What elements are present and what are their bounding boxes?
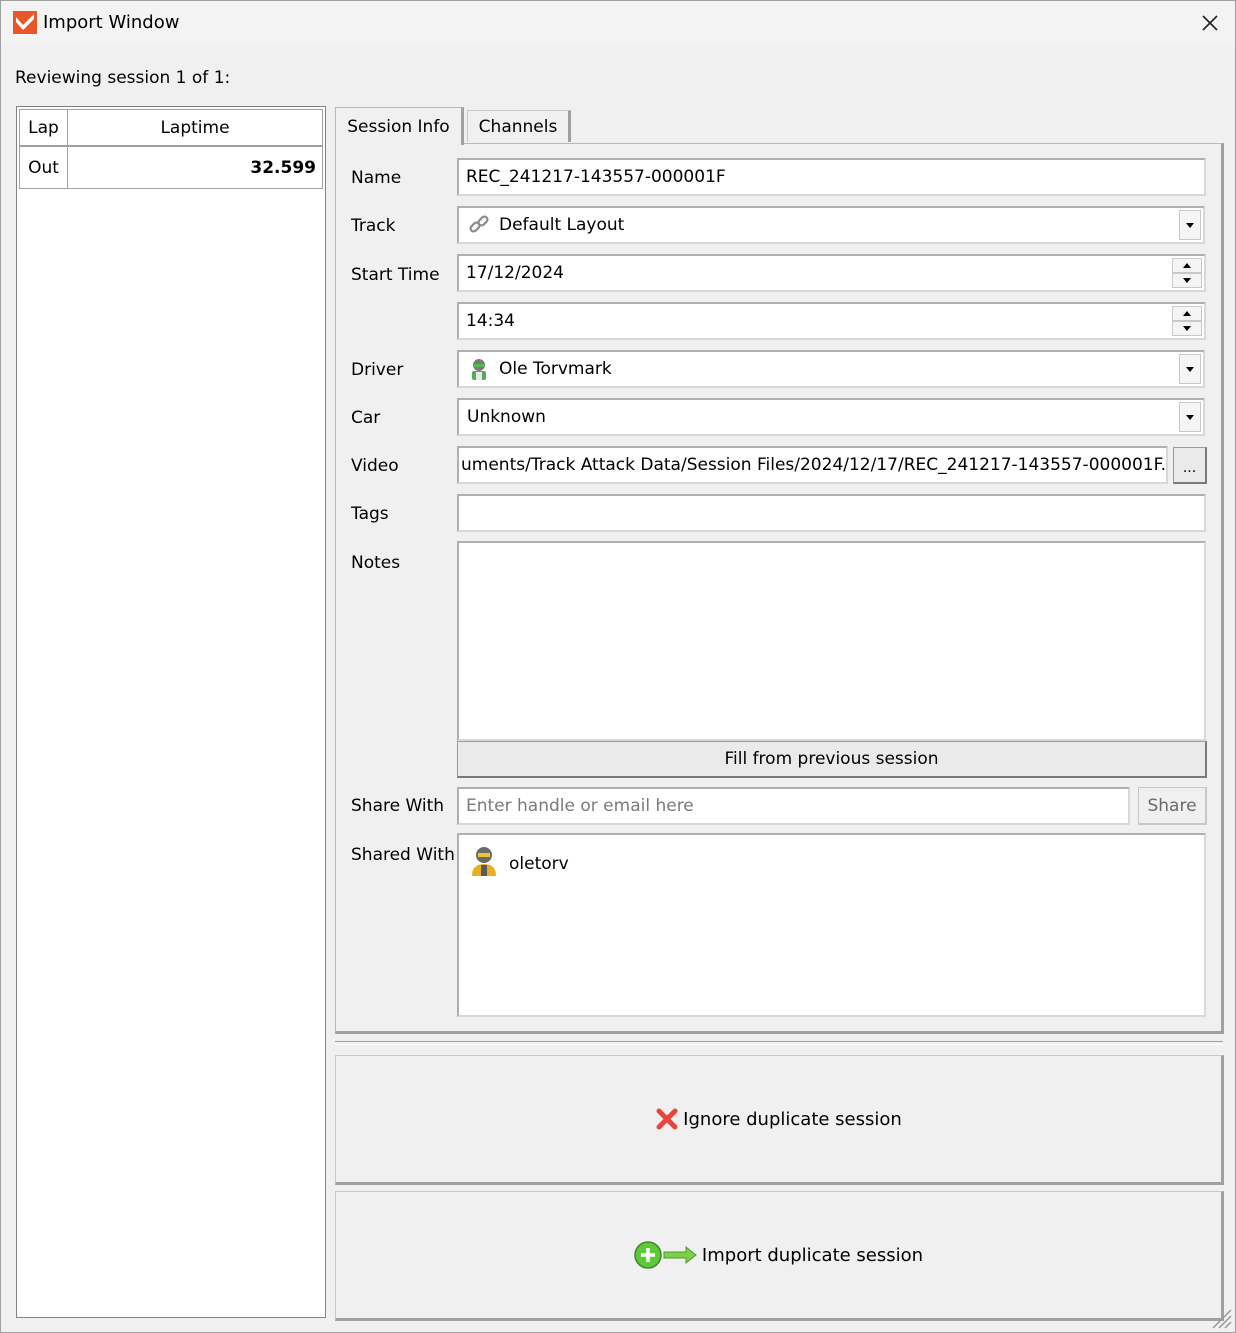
tags-label: Tags (351, 504, 389, 524)
link-icon (467, 213, 491, 237)
driver-helmet-icon (467, 357, 491, 381)
lap-column-header[interactable]: Lap (20, 110, 68, 145)
video-label: Video (351, 456, 399, 476)
laptime-cell: 32.599 (250, 157, 316, 178)
tags-field[interactable] (457, 494, 1206, 532)
chevron-down-icon (1183, 326, 1191, 331)
review-status-label: Reviewing session 1 of 1: (15, 68, 231, 88)
share-placeholder: Enter handle or email here (466, 796, 694, 816)
share-button[interactable]: Share (1138, 787, 1207, 825)
shared-with-label: Shared With (351, 845, 455, 865)
user-avatar-icon (469, 845, 499, 882)
video-path-field[interactable]: uments/Track Attack Data/Session Files/2… (457, 446, 1168, 484)
list-item[interactable]: oletorv (469, 845, 569, 882)
divider (335, 1041, 1223, 1045)
track-label: Track (351, 216, 396, 236)
spin-down-button[interactable] (1172, 321, 1202, 336)
name-field[interactable]: REC_241217-143557-000001F (457, 158, 1206, 196)
chevron-down-icon (1186, 414, 1194, 420)
lap-table-header: Lap Laptime (19, 109, 323, 147)
driver-select[interactable]: Ole Torvmark (457, 350, 1205, 388)
track-select[interactable]: Default Layout (457, 206, 1205, 244)
green-plus-arrow-icon (634, 1240, 698, 1270)
date-field[interactable]: 17/12/2024 (457, 254, 1206, 292)
spin-up-button[interactable] (1172, 306, 1202, 321)
ignore-duplicate-button[interactable]: Ignore duplicate session (335, 1055, 1224, 1185)
chevron-up-icon (1183, 263, 1191, 268)
car-label: Car (351, 408, 381, 428)
shared-user-handle: oletorv (509, 853, 569, 874)
car-value: Unknown (467, 407, 546, 427)
red-x-icon (655, 1107, 679, 1131)
chevron-down-icon (1183, 278, 1191, 283)
driver-value: Ole Torvmark (499, 359, 612, 379)
driver-dropdown-button[interactable] (1179, 354, 1201, 384)
laptime-column-header[interactable]: Laptime (68, 110, 322, 145)
time-value: 14:34 (466, 311, 515, 331)
share-with-label: Share With (351, 796, 445, 816)
track-value: Default Layout (499, 215, 625, 235)
lap-table[interactable]: Lap Laptime Out 32.599 (16, 106, 326, 1318)
browse-video-button[interactable]: ... (1173, 447, 1207, 484)
driver-label: Driver (351, 360, 404, 380)
shared-with-list[interactable]: oletorv (457, 833, 1206, 1017)
chevron-down-icon (1186, 366, 1194, 372)
close-button[interactable] (1185, 1, 1235, 45)
name-label: Name (351, 168, 402, 188)
tab-session-info[interactable]: Session Info (335, 107, 464, 145)
import-duplicate-button[interactable]: Import duplicate session (335, 1191, 1224, 1321)
lap-cell: Out (20, 147, 68, 188)
track-dropdown-button[interactable] (1179, 210, 1201, 240)
ignore-duplicate-label: Ignore duplicate session (683, 1108, 902, 1130)
notes-textarea[interactable] (457, 541, 1206, 741)
resize-grip-icon[interactable] (1207, 1304, 1233, 1330)
fill-from-previous-button[interactable]: Fill from previous session (457, 741, 1207, 778)
time-field[interactable]: 14:34 (457, 302, 1206, 340)
table-row[interactable]: Out 32.599 (19, 147, 323, 189)
import-duplicate-label: Import duplicate session (701, 1244, 924, 1266)
start-time-label: Start Time (351, 265, 440, 285)
spin-up-button[interactable] (1172, 258, 1202, 273)
tab-channels[interactable]: Channels (467, 110, 571, 142)
title-bar: Import Window (1, 1, 1235, 45)
car-dropdown-button[interactable] (1179, 402, 1201, 432)
import-window: Import Window Reviewing session 1 of 1: … (0, 0, 1236, 1333)
share-handle-input[interactable]: Enter handle or email here (457, 787, 1130, 825)
time-spinner[interactable] (1172, 306, 1202, 336)
close-icon (1202, 15, 1218, 31)
chevron-down-icon (1186, 222, 1194, 228)
date-value: 17/12/2024 (466, 263, 564, 283)
name-value: REC_241217-143557-000001F (466, 167, 726, 187)
car-select[interactable]: Unknown (457, 398, 1205, 436)
notes-label: Notes (351, 553, 401, 573)
video-path-value: uments/Track Attack Data/Session Files/2… (461, 455, 1168, 475)
chevron-up-icon (1183, 311, 1191, 316)
date-spinner[interactable] (1172, 258, 1202, 288)
app-logo-icon (13, 11, 37, 34)
window-title: Import Window (43, 12, 180, 33)
spin-down-button[interactable] (1172, 273, 1202, 288)
